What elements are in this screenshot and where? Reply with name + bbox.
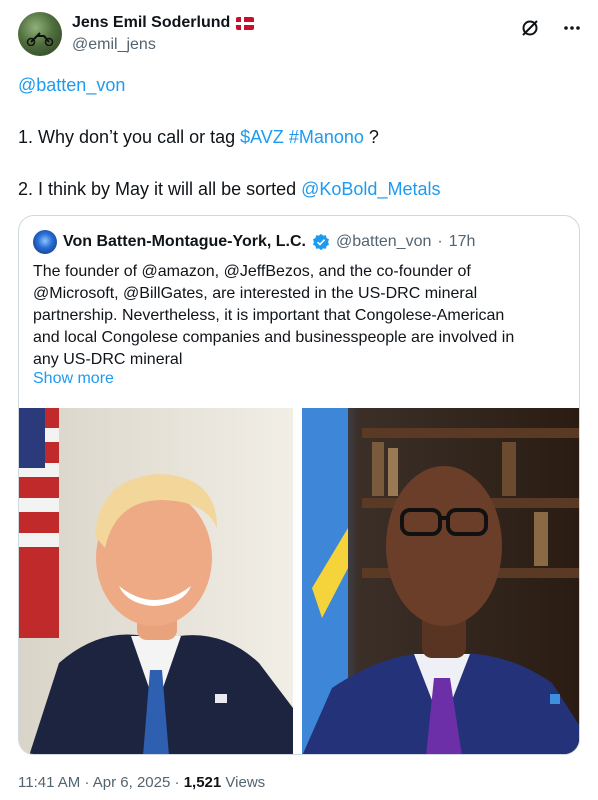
- quoted-timestamp[interactable]: 17h: [449, 233, 476, 251]
- quoted-line: partnership. Nevertheless, it is importa…: [33, 307, 505, 324]
- tweet-time[interactable]: 11:41 AM: [18, 774, 80, 791]
- views-count[interactable]: 1,521: [184, 774, 222, 791]
- separator-dot: ·: [437, 233, 443, 250]
- quoted-line: The founder of @amazon, @JeffBezos, and …: [33, 263, 471, 280]
- author-handle[interactable]: @emil_jens: [72, 36, 156, 54]
- views-label: Views: [225, 774, 266, 791]
- quoted-author-avatar[interactable]: [33, 230, 57, 254]
- quoted-line: and local Congolese companies and busine…: [33, 329, 515, 346]
- danish-flag-icon: [236, 16, 255, 30]
- quoted-line: any US-DRC mineral: [33, 351, 183, 368]
- author-avatar[interactable]: [18, 12, 62, 56]
- slashed-circle-icon[interactable]: [518, 16, 542, 40]
- meta-separator: ·: [84, 774, 90, 791]
- show-more-link[interactable]: Show more: [33, 370, 114, 388]
- cashtag-link[interactable]: $AVZ: [240, 127, 284, 147]
- quoted-author-name[interactable]: Von Batten-Montague-York, L.C.: [63, 233, 306, 251]
- verified-badge-icon: [312, 233, 329, 251]
- quoted-tweet-header: Von Batten-Montague-York, L.C. @batten_v…: [33, 230, 475, 254]
- motorcycle-image: [26, 32, 54, 46]
- tweet-date[interactable]: Apr 6, 2025: [93, 774, 171, 791]
- mention-link-2[interactable]: @KoBold_Metals: [301, 179, 440, 199]
- tweet-meta: 11:41 AM · Apr 6, 2025 · 1,521 Views: [18, 774, 265, 791]
- quoted-photo-right[interactable]: [302, 408, 579, 754]
- quoted-tweet-text: The founder of @amazon, @JeffBezos, and …: [33, 261, 573, 371]
- quoted-tweet[interactable]: Von Batten-Montague-York, L.C. @batten_v…: [18, 215, 580, 755]
- meta-separator: ·: [174, 774, 180, 791]
- tweet-header: Jens Emil Soderlund @emil_jens: [18, 12, 584, 60]
- quoted-author-handle[interactable]: @batten_von: [336, 233, 431, 251]
- tweet-actions: [518, 16, 584, 40]
- quoted-line: @Microsoft, @BillGates, are interested i…: [33, 285, 478, 302]
- tweet-line-1: 1. Why don’t you call or tag: [18, 127, 241, 147]
- tweet-text: @batten_von 1. Why don’t you call or tag…: [18, 72, 578, 202]
- tweet-line-2: 2. I think by May it will all be sorted: [18, 179, 302, 199]
- quoted-photo-left[interactable]: [19, 408, 293, 754]
- author-display-name[interactable]: Jens Emil Soderlund: [72, 14, 230, 32]
- author-name-row: Jens Emil Soderlund: [72, 14, 255, 32]
- mention-link[interactable]: @batten_von: [18, 75, 125, 95]
- more-horizontal-icon[interactable]: [560, 16, 584, 40]
- hashtag-link[interactable]: #Manono: [289, 127, 364, 147]
- tweet-line-1-suffix: ?: [363, 127, 379, 147]
